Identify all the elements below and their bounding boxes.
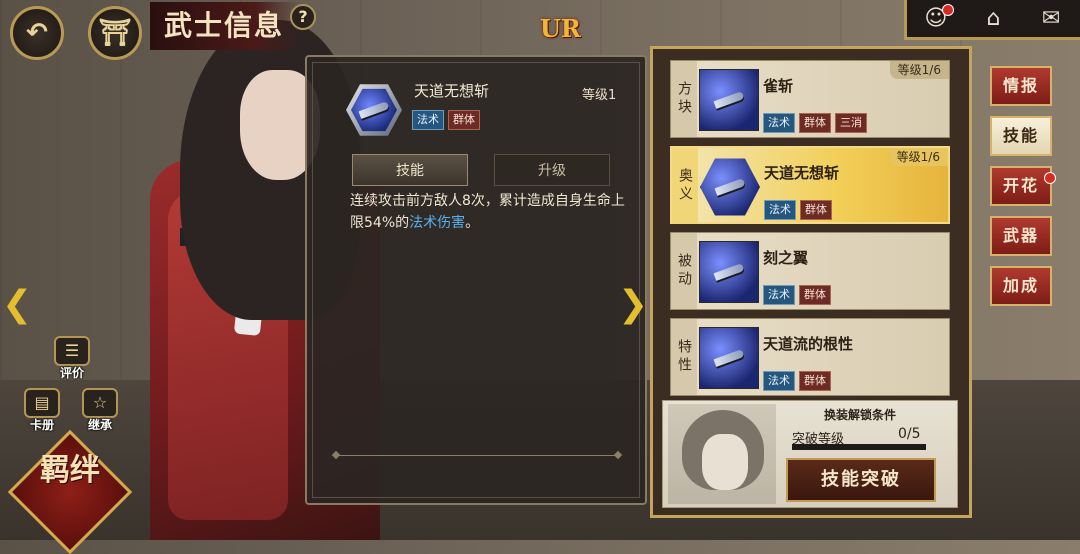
tag-magic: 法术: [763, 113, 795, 133]
costume-portrait: [668, 404, 776, 504]
guild-icon[interactable]: ⌂: [975, 4, 1011, 34]
skill-category: 方块: [671, 61, 697, 137]
skill-card-block[interactable]: 方块 雀斩 等级1/6 法术 群体 三消: [670, 60, 950, 138]
blade-icon: [358, 101, 390, 119]
blade-icon: [714, 178, 746, 196]
tab-weapon[interactable]: 武器: [990, 216, 1052, 256]
tag-magic: 法术: [763, 371, 795, 391]
skill-category: 特性: [671, 319, 697, 395]
skill-detail-name: 天道无想斩: [414, 82, 490, 100]
character-icon[interactable]: ☺: [918, 3, 954, 34]
skill-name: 刻之翼: [763, 249, 809, 267]
tab-info[interactable]: 情报: [990, 66, 1052, 106]
skill-icon: [699, 327, 759, 389]
skill-description: 连续攻击前方敌人8次，累计造成自身生命上限54%的法术伤害。: [350, 190, 626, 234]
rarity-badge: UR: [540, 14, 581, 43]
skill-description-end: 。: [465, 215, 480, 231]
skill-card-trait[interactable]: 特性 天道流的根性 法术 群体: [670, 318, 950, 396]
mail-icon[interactable]: ✉: [1033, 4, 1069, 34]
skill-tags: 法术 群体 三消: [763, 111, 871, 133]
tag-match3: 三消: [835, 113, 867, 133]
unlock-title: 换装解锁条件: [823, 408, 896, 422]
skill-card-ultimate[interactable]: 奥义 天道无想斩 等级1/6 法术 群体: [670, 146, 950, 224]
card-album-button[interactable]: ▤ 卡册: [18, 388, 66, 432]
skill-category: 奥义: [672, 148, 698, 224]
divider: [336, 455, 618, 456]
unlock-progress-bar: [792, 444, 926, 450]
inherit-button[interactable]: ☆ 继承: [76, 388, 124, 432]
tag-magic: 法术: [412, 110, 444, 130]
page-title: 武士信息: [150, 2, 300, 50]
skill-tags: 法术 群体: [763, 283, 835, 305]
skill-card-passive[interactable]: 被动 刻之翼 法术 群体: [670, 232, 950, 310]
blade-icon: [713, 263, 745, 281]
skill-detail-level: 等级1: [582, 88, 617, 103]
card-album-label: 卡册: [29, 418, 54, 432]
tag-magic: 法术: [764, 200, 796, 220]
back-arrow-icon: ↶: [26, 18, 48, 48]
skill-tags: 法术 群体: [764, 198, 836, 220]
tag-group: 群体: [799, 371, 831, 391]
help-button[interactable]: ?: [290, 4, 316, 30]
notification-dot: [1044, 172, 1056, 184]
tag-group: 群体: [799, 113, 831, 133]
review-icon: ☰: [54, 336, 90, 366]
unlock-condition-value: 0/5: [898, 426, 921, 442]
skill-icon: [700, 158, 760, 216]
tab-bloom-label: 开花: [1002, 176, 1039, 195]
skill-name: 天道流的根性: [763, 335, 854, 353]
skill-tags: 法术 群体: [763, 369, 835, 391]
tab-skill[interactable]: 技能: [352, 154, 468, 186]
home-button[interactable]: ⛩: [88, 6, 142, 60]
right-tab-bar: 情报 技能 开花 武器 加成: [982, 60, 1056, 320]
review-label: 评价: [59, 366, 84, 380]
back-button[interactable]: ↶: [10, 6, 64, 60]
pentagram-icon: ☆: [82, 388, 118, 418]
skill-detail-tags: 法术 群体: [412, 108, 484, 130]
skill-breakthrough-button[interactable]: 技能突破: [786, 458, 936, 502]
blade-icon: [713, 91, 745, 109]
notification-dot: [941, 3, 954, 16]
tag-group: 群体: [448, 110, 480, 130]
inherit-label: 继承: [87, 418, 112, 432]
skill-detail-tabs: 技能 升级: [352, 154, 610, 188]
skill-icon: [699, 241, 759, 303]
card-album-icon: ▤: [24, 388, 60, 418]
blade-icon: [713, 349, 745, 367]
prev-character-arrow[interactable]: ❮: [2, 282, 32, 328]
skill-icon: [699, 69, 759, 131]
tag-group: 群体: [799, 285, 831, 305]
skill-name: 天道无想斩: [764, 164, 840, 182]
review-button[interactable]: ☰ 评价: [48, 336, 96, 380]
next-character-arrow[interactable]: ❯: [618, 282, 648, 328]
bond-label: 羁绊: [40, 453, 100, 488]
home-icon: ⛩: [98, 18, 132, 48]
skill-category: 被动: [671, 233, 697, 309]
tab-upgrade[interactable]: 升级: [494, 154, 610, 186]
tab-bloom[interactable]: 开花: [990, 166, 1056, 206]
skill-level: 等级1/6: [889, 61, 949, 79]
skill-level: 等级1/6: [888, 148, 948, 166]
skill-description-highlight: 法术伤害: [409, 215, 466, 231]
tab-skills[interactable]: 技能: [990, 116, 1052, 156]
tag-group: 群体: [800, 200, 832, 220]
tag-magic: 法术: [763, 285, 795, 305]
skill-name: 雀斩: [763, 77, 794, 95]
tab-bonus[interactable]: 加成: [990, 266, 1052, 306]
skill-description-text: 连续攻击前方敌人8次，累计造成自身生命上限54%的: [350, 193, 625, 231]
top-right-toolbar: ☺ ⌂ ✉: [904, 0, 1080, 40]
